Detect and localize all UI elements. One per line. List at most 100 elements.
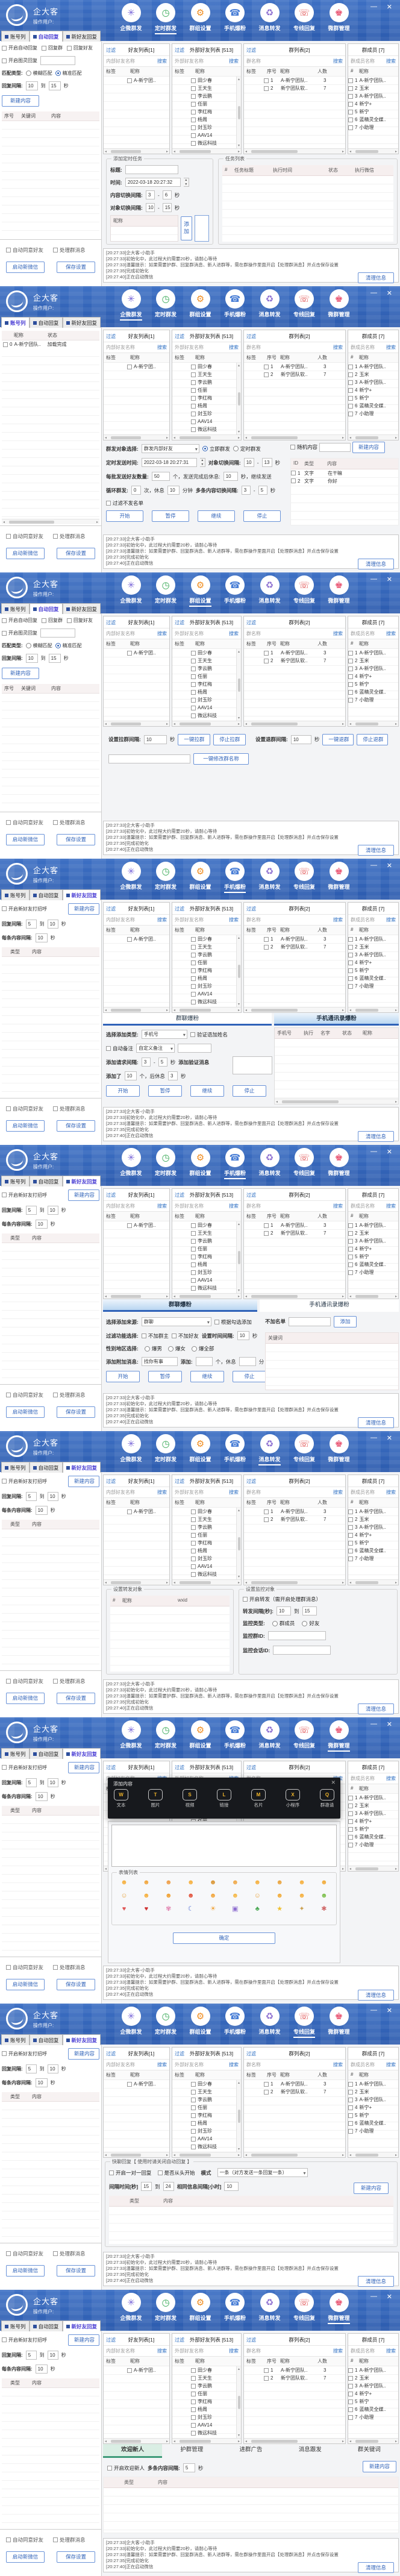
emoji-icon[interactable]: ☻ bbox=[164, 1878, 173, 1887]
gap-to-input[interactable]: 10 bbox=[48, 920, 58, 929]
row-checkbox-icon[interactable] bbox=[348, 78, 353, 83]
search-input[interactable]: 群名称 bbox=[246, 2348, 261, 2354]
gap-to-input[interactable]: 10 bbox=[48, 2064, 58, 2073]
search-link[interactable]: 搜索 bbox=[157, 2348, 167, 2354]
filter-link[interactable]: 过滤 bbox=[246, 1192, 256, 1199]
row-checkbox-icon[interactable] bbox=[264, 945, 269, 950]
row-checkbox-icon[interactable] bbox=[191, 713, 196, 718]
emoji-icon[interactable]: ♥ bbox=[119, 1904, 129, 1914]
search-link[interactable]: 搜索 bbox=[157, 2061, 167, 2068]
list-item[interactable]: 1A-新宁团队..3 bbox=[244, 649, 345, 657]
row-checkbox-icon[interactable] bbox=[348, 396, 353, 401]
list-item[interactable]: 微远科技 bbox=[172, 2143, 241, 2151]
list-item[interactable]: 李红梅 bbox=[172, 2398, 241, 2405]
datetime-input[interactable]: 2022-03-18 20:27:32 bbox=[125, 178, 181, 187]
list-item[interactable]: 1A-新宁团队.. bbox=[348, 2366, 398, 2374]
new-content-button[interactable]: 新建内容 bbox=[68, 1476, 99, 1487]
emoji-icon[interactable]: ☻ bbox=[319, 1878, 329, 1887]
gap-to-input[interactable]: 6 bbox=[163, 190, 172, 199]
row-checkbox-icon[interactable] bbox=[348, 651, 353, 656]
list-item[interactable]: 微远科技 bbox=[172, 712, 241, 719]
row-checkbox-icon[interactable] bbox=[348, 2129, 353, 2134]
list-item[interactable]: 王天生 bbox=[172, 1515, 241, 1523]
filter-link[interactable]: 过滤 bbox=[106, 1764, 116, 1771]
search-input[interactable]: 群成员名称 bbox=[351, 1775, 375, 1782]
row-checkbox-icon[interactable] bbox=[191, 2137, 196, 2142]
auto-agree-checkbox[interactable]: 自动同意好友 bbox=[6, 819, 43, 826]
nav-item-0[interactable]: ✳企微群发 bbox=[114, 1148, 148, 1179]
row-checkbox-icon[interactable] bbox=[191, 2415, 196, 2420]
search-link[interactable]: 搜索 bbox=[157, 630, 167, 637]
list-item[interactable]: 封玉珍 bbox=[172, 124, 241, 131]
greet-new-friend-checkbox[interactable]: 开启新好友打招呼 bbox=[2, 1764, 47, 1771]
horizontal-scrollbar[interactable]: ◂▸ bbox=[104, 148, 169, 154]
filter-link[interactable]: 过滤 bbox=[106, 906, 116, 912]
save-settings-button[interactable]: 保存设置 bbox=[57, 2265, 95, 2277]
multi-gap-input[interactable]: 5 bbox=[183, 2463, 195, 2472]
search-link[interactable]: 搜索 bbox=[386, 2061, 396, 2068]
filter-link[interactable]: 过滤 bbox=[106, 333, 116, 340]
list-item[interactable]: 微远科技 bbox=[172, 1570, 241, 1578]
row-checkbox-icon[interactable] bbox=[348, 698, 353, 703]
close-popup-icon[interactable]: ✕ bbox=[331, 1779, 336, 1786]
popup-item-6[interactable]: Q群邀请 bbox=[320, 1789, 334, 1808]
add-source-dropdown[interactable]: 群聊 bbox=[142, 1317, 211, 1326]
search-link[interactable]: 搜索 bbox=[157, 1489, 167, 1496]
horizontal-scrollbar[interactable]: ◂▸ bbox=[172, 1579, 241, 1585]
auto-agree-checkbox[interactable]: 自动同意好友 bbox=[6, 2536, 43, 2543]
sidebar-tab-new_friend[interactable]: 新好友回复 bbox=[63, 317, 101, 328]
list-item[interactable]: 王天生 bbox=[172, 371, 241, 378]
list-item[interactable]: 4新宁+ bbox=[348, 1531, 398, 1539]
row-checkbox-icon[interactable] bbox=[191, 2121, 196, 2126]
sidebar-tab-auto_reply[interactable]: 自动回复 bbox=[30, 889, 63, 900]
account-row[interactable]: 0A-新宁团队..加载完成 bbox=[2, 340, 99, 348]
nav-item-1[interactable]: ◷定时群发 bbox=[149, 1434, 183, 1465]
minimize-button[interactable]: — bbox=[370, 2293, 377, 2300]
row-checkbox-icon[interactable] bbox=[127, 2082, 132, 2087]
each-gap-input[interactable]: 10 bbox=[36, 1506, 48, 1515]
row-checkbox-icon[interactable] bbox=[191, 2431, 196, 2436]
search-input[interactable]: 群名称 bbox=[246, 58, 261, 64]
gap-from-input[interactable]: 10 bbox=[244, 458, 254, 467]
nav-item-0[interactable]: ✳企微群发 bbox=[114, 2007, 148, 2038]
list-item[interactable]: 封玉珍 bbox=[172, 2127, 241, 2135]
list-item[interactable]: 王天生 bbox=[172, 1229, 241, 1237]
row-checkbox-icon[interactable] bbox=[264, 651, 269, 656]
filter-link[interactable]: 过滤 bbox=[106, 1478, 116, 1485]
search-input[interactable]: 外部好友名称 bbox=[175, 2061, 204, 2068]
row-checkbox-icon[interactable] bbox=[191, 2129, 196, 2134]
male-radio[interactable]: 爆男 bbox=[145, 1345, 162, 1352]
list-item[interactable]: 7小助理 bbox=[348, 696, 398, 704]
list-item[interactable]: 李云鹏 bbox=[172, 2096, 241, 2104]
horizontal-scrollbar[interactable]: ◂▸ bbox=[104, 2152, 169, 2157]
list-item[interactable]: 4新宁+ bbox=[348, 2104, 398, 2111]
added-rest-input[interactable]: 3 bbox=[168, 1071, 178, 1080]
nav-item-4[interactable]: ♻消息转发 bbox=[253, 2007, 286, 2038]
row-checkbox-icon[interactable] bbox=[191, 372, 196, 377]
minimize-button[interactable]: — bbox=[370, 289, 377, 296]
sidebar-tab-auto_reply[interactable]: 自动回复 bbox=[30, 1462, 63, 1473]
list-item[interactable]: 微远科技 bbox=[172, 2429, 241, 2437]
minimize-button[interactable]: — bbox=[370, 3, 377, 10]
nav-item-0[interactable]: ✳企微群发 bbox=[114, 1434, 148, 1465]
search-input[interactable]: 群成员名称 bbox=[351, 2061, 375, 2068]
list-item[interactable]: 2玉米 bbox=[348, 1802, 398, 1810]
nav-item-0[interactable]: ✳企微群发 bbox=[114, 2293, 148, 2324]
list-item[interactable]: 7小助理 bbox=[348, 2413, 398, 2421]
stop-button[interactable]: 停止 bbox=[243, 510, 281, 522]
horizontal-scrollbar[interactable]: ◂▸ bbox=[348, 1579, 398, 1585]
list-item[interactable]: 2玉米 bbox=[348, 1229, 398, 1237]
horizontal-scrollbar[interactable]: ◂▸ bbox=[2, 519, 99, 524]
search-input[interactable]: 群名称 bbox=[246, 917, 261, 923]
list-item[interactable]: 1A-新宁团队.. bbox=[348, 649, 398, 657]
start-wechat-button[interactable]: 启动新微信 bbox=[6, 834, 45, 845]
nav-item-4[interactable]: ♻消息转发 bbox=[253, 289, 286, 321]
nav-item-1[interactable]: ◷定时群发 bbox=[149, 289, 183, 321]
list-item[interactable]: 李云鹏 bbox=[172, 2382, 241, 2390]
list-item[interactable]: 1A-新宁团队..3 bbox=[244, 363, 345, 371]
one-to-one-checkbox[interactable]: 开启一对一回复 bbox=[109, 2169, 152, 2176]
gap-from-input[interactable]: 10 bbox=[146, 203, 155, 212]
list-item[interactable]: 王天生 bbox=[172, 2088, 241, 2096]
member-radio[interactable]: 群成员 bbox=[272, 1620, 295, 1627]
search-link[interactable]: 搜索 bbox=[157, 917, 167, 923]
